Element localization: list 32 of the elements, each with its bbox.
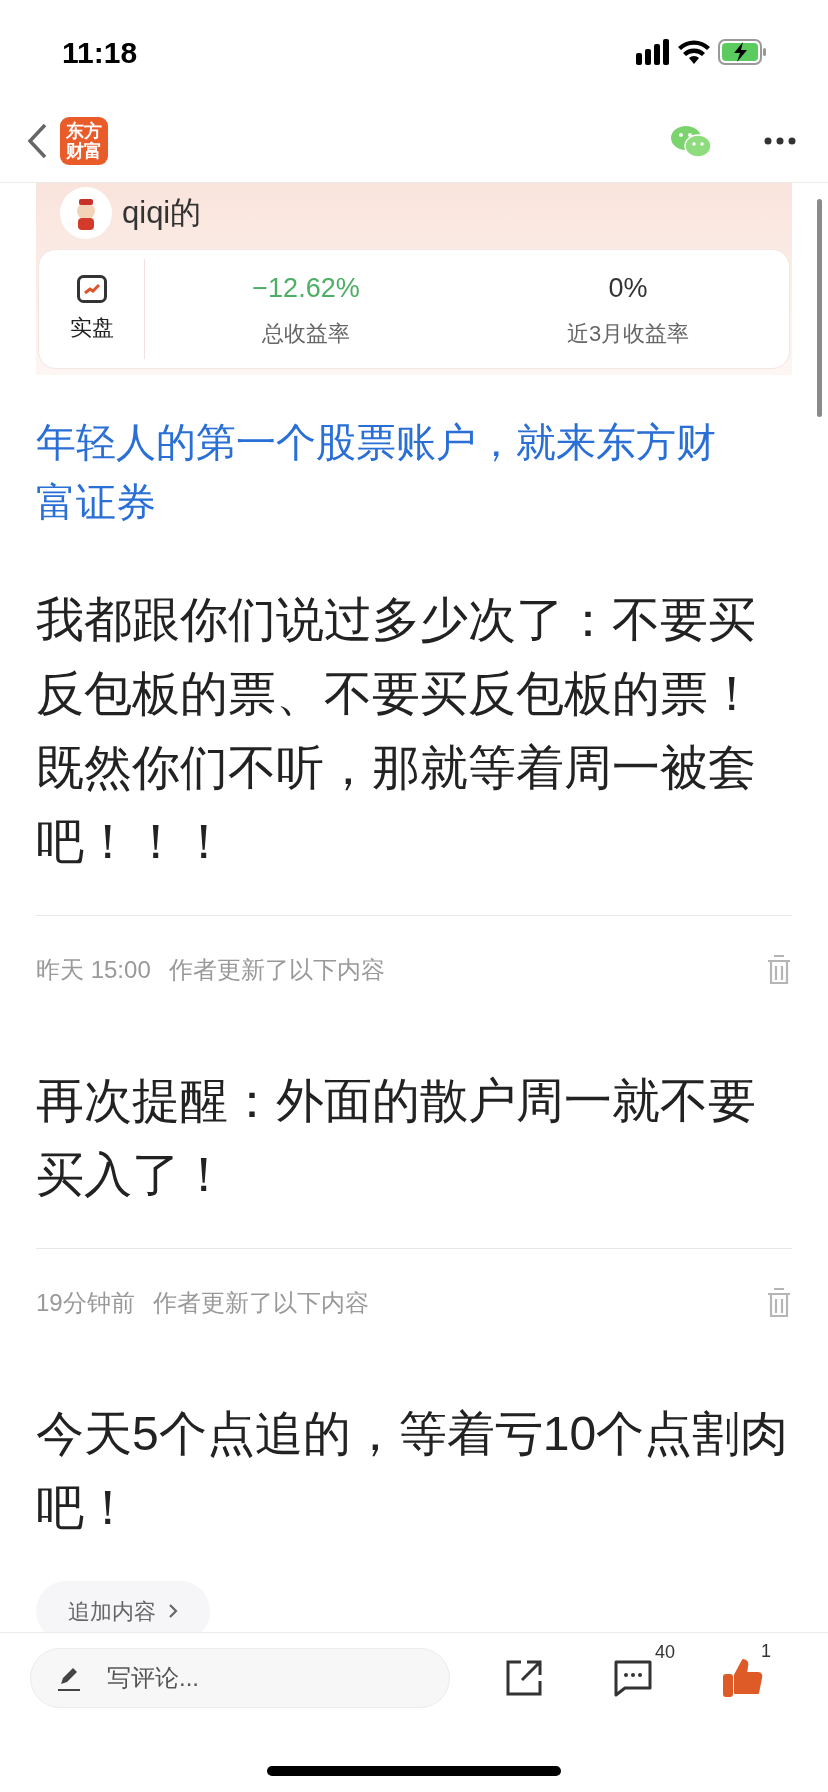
add-content-button[interactable]: 追加内容 — [36, 1581, 210, 1632]
like-count: 1 — [761, 1640, 771, 1663]
more-icon[interactable] — [764, 137, 796, 145]
comment-field[interactable]: 写评论... — [30, 1648, 450, 1708]
stats-panel[interactable]: 实盘 −12.62% 总收益率 0% 近3月收益率 — [38, 249, 790, 369]
update-text: 今天5个点追的，等着亏10个点割肉吧！ — [36, 1406, 790, 1536]
stat-value: 0% — [608, 272, 648, 306]
update-note: 作者更新了以下内容 — [152, 1288, 369, 1318]
update-text: 再次提醒：外面的散户周一就不要买入了！ — [36, 1073, 757, 1203]
stat-label: 总收益率 — [262, 319, 350, 348]
thumbs-up-icon[interactable] — [723, 1658, 763, 1698]
author-name[interactable]: qiqi的 — [122, 189, 202, 237]
share-icon[interactable] — [505, 1659, 543, 1697]
battery-charging-icon — [718, 39, 766, 65]
chart-icon — [76, 274, 107, 303]
signal-icon — [636, 39, 670, 65]
update-time: 昨天 15:00 — [36, 955, 151, 985]
wifi-icon — [678, 40, 710, 64]
avatar — [60, 187, 112, 239]
comment-icon[interactable] — [613, 1659, 653, 1697]
portfolio-label: 实盘 — [69, 313, 114, 342]
stat-value: −12.62% — [252, 272, 360, 306]
comment-count: 40 — [655, 1641, 676, 1664]
stat-label: 近3月收益率 — [566, 319, 690, 348]
promo-link[interactable]: 年轻人的第一个股票账户，就来东方财富证券 — [36, 412, 792, 532]
update-time: 19分钟前 — [36, 1288, 135, 1318]
back-icon[interactable] — [26, 122, 48, 160]
post-text: 我都跟你们说过多少次了：不要买反包板的票、不要买反包板的票！既然你们不听，那就等着周一被套吧！！！ — [36, 592, 757, 870]
app-logo: 东方 财富 — [60, 117, 108, 165]
chevron-right-icon — [168, 1603, 178, 1619]
status-time: 11:18 — [62, 34, 138, 71]
update-note: 作者更新了以下内容 — [168, 955, 385, 985]
